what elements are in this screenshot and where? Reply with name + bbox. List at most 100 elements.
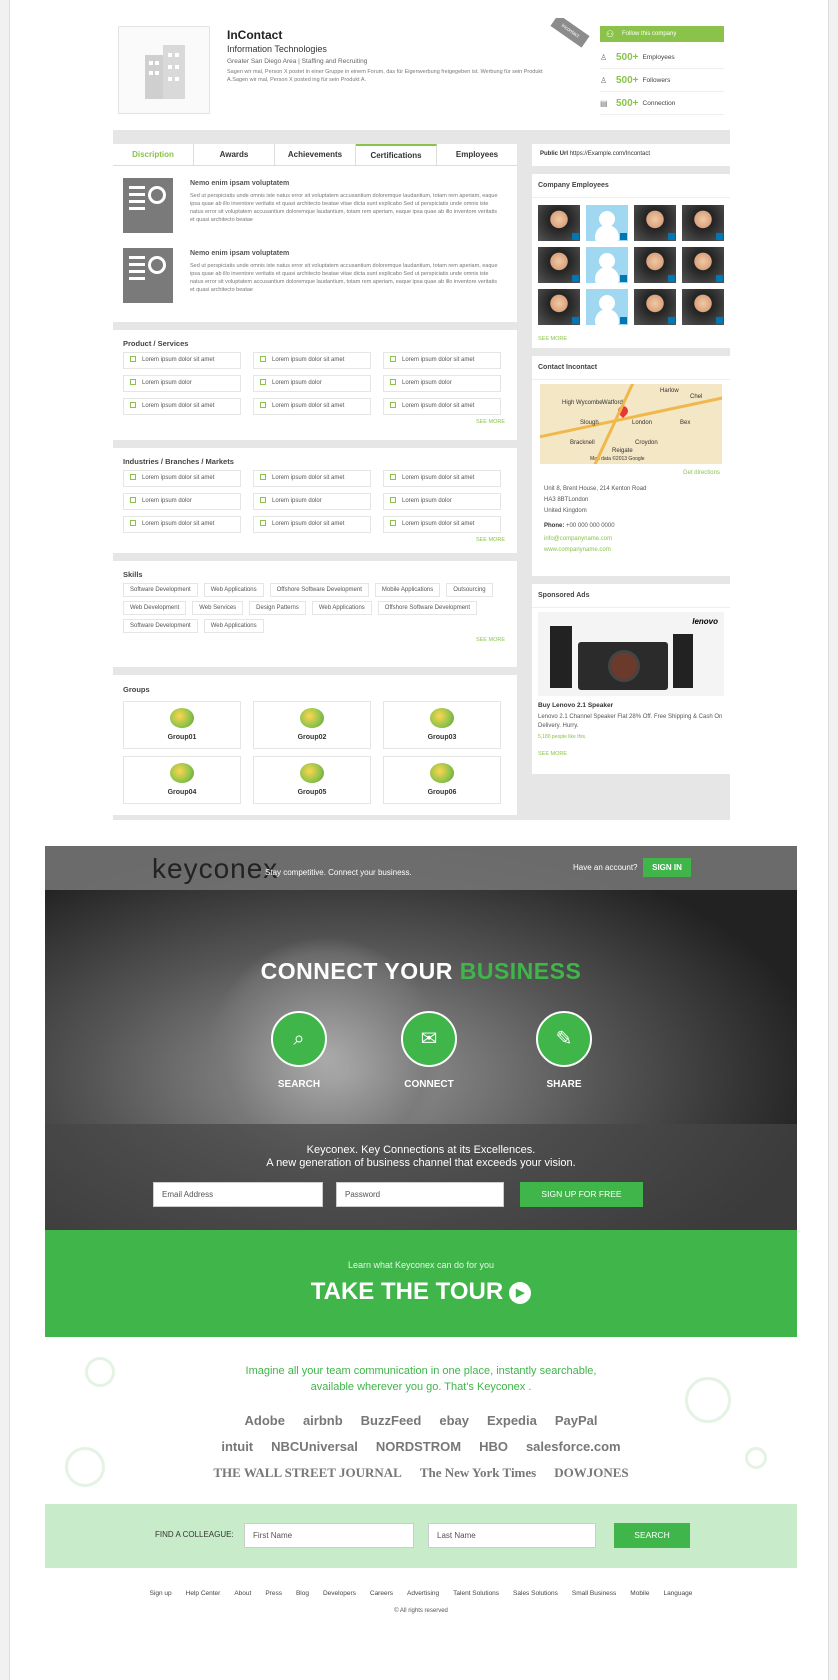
tab-achievements[interactable]: Achievements: [275, 144, 356, 165]
employee-avatar[interactable]: [634, 247, 676, 283]
skill-tag[interactable]: Offshore Software Development: [269, 583, 369, 597]
take-tour-button[interactable]: TAKE THE TOUR ▶: [45, 1278, 797, 1306]
employee-avatar[interactable]: [538, 205, 580, 241]
skill-tag[interactable]: Software Development: [123, 583, 198, 597]
see-more-link[interactable]: SEE MORE: [532, 741, 730, 767]
checkbox-item[interactable]: Lorem ipsum dolor sit amet: [253, 470, 371, 487]
footer-link[interactable]: Talent Solutions: [453, 1590, 499, 1597]
footer-link[interactable]: Developers: [323, 1590, 356, 1597]
skill-tag[interactable]: Outsourcing: [446, 583, 493, 597]
feature-search[interactable]: ⌕ SEARCH: [264, 1011, 334, 1090]
footer-link[interactable]: Language: [663, 1590, 692, 1597]
skill-tag[interactable]: Software Development: [123, 619, 198, 633]
employee-avatar[interactable]: [634, 205, 676, 241]
group-card[interactable]: Group01: [123, 701, 241, 749]
email-link[interactable]: info@companyname.com: [544, 534, 718, 545]
checkbox-item[interactable]: Lorem ipsum dolor sit amet: [253, 516, 371, 533]
skill-tag[interactable]: Mobile Applications: [374, 583, 441, 597]
hero-title-part: CONNECT YOUR: [260, 958, 453, 984]
checkbox-item[interactable]: Lorem ipsum dolor: [383, 375, 501, 392]
subwoofer: [578, 642, 668, 690]
products-grid: Lorem ipsum dolor sit amet Lorem ipsum do…: [113, 352, 517, 415]
checkbox-item[interactable]: Lorem ipsum dolor: [123, 493, 241, 510]
checkbox-label: Lorem ipsum dolor: [142, 498, 192, 504]
employee-avatar[interactable]: [538, 247, 580, 283]
checkbox-item[interactable]: Lorem ipsum dolor sit amet: [253, 352, 371, 369]
footer-link[interactable]: Sign up: [150, 1590, 172, 1597]
checkbox-item[interactable]: Lorem ipsum dolor sit amet: [383, 516, 501, 533]
logo-row: intuit NBCUniversal NORDSTROM HBO salesforce…: [45, 1439, 797, 1454]
checkbox-icon: [130, 520, 136, 527]
tab-employees[interactable]: Employees: [437, 144, 517, 165]
keyconex-logo[interactable]: keyconex: [152, 853, 278, 885]
feature-share[interactable]: ✎ SHARE: [529, 1011, 599, 1090]
footer-link[interactable]: Blog: [296, 1590, 309, 1597]
feature-connect[interactable]: ✉ CONNECT: [394, 1011, 464, 1090]
skill-tag[interactable]: Web Services: [192, 601, 244, 615]
skill-tag[interactable]: Web Applications: [311, 601, 372, 615]
group-card[interactable]: Group03: [383, 701, 501, 749]
checkbox-item[interactable]: Lorem ipsum dolor sit amet: [123, 516, 241, 533]
group-label: Group02: [297, 734, 327, 741]
location-map[interactable]: Harlow High Wycombe Watford Chel Slough …: [540, 384, 722, 464]
footer-link[interactable]: Press: [265, 1590, 282, 1597]
skill-tag[interactable]: Web Applications: [203, 619, 264, 633]
skill-tag[interactable]: Web Development: [123, 601, 187, 615]
search-button[interactable]: SEARCH: [614, 1523, 690, 1548]
get-directions-link[interactable]: Get directions: [532, 468, 730, 478]
tab-discription[interactable]: Discription: [113, 144, 194, 165]
skill-tag[interactable]: Offshore Software Development: [377, 601, 478, 615]
footer-link[interactable]: Careers: [370, 1590, 393, 1597]
employee-avatar[interactable]: [538, 289, 580, 325]
group-card[interactable]: Group02: [253, 701, 371, 749]
group-card[interactable]: Group05: [253, 756, 371, 804]
tab-awards[interactable]: Awards: [194, 144, 275, 165]
tab-certifications[interactable]: Certifications: [356, 144, 437, 165]
checkbox-item[interactable]: Lorem ipsum dolor sit amet: [123, 398, 241, 415]
checkbox-item[interactable]: Lorem ipsum dolor sit amet: [383, 470, 501, 487]
see-more-link[interactable]: SEE MORE: [532, 332, 730, 348]
signup-button[interactable]: SIGN UP FOR FREE: [520, 1182, 643, 1207]
checkbox-item[interactable]: Lorem ipsum dolor sit amet: [253, 398, 371, 415]
employee-avatar[interactable]: [586, 247, 628, 283]
employee-avatar[interactable]: [634, 289, 676, 325]
website-link[interactable]: www.companyname.com: [544, 545, 718, 556]
checkbox-item[interactable]: Lorem ipsum dolor: [253, 375, 371, 392]
see-more-link[interactable]: SEE MORE: [113, 633, 517, 649]
skill-tag[interactable]: Web Applications: [203, 583, 264, 597]
checkbox-item[interactable]: Lorem ipsum dolor sit amet: [383, 352, 501, 369]
follow-company-button[interactable]: ⚇ Follow this company: [600, 26, 724, 42]
footer-link[interactable]: Advertising: [407, 1590, 439, 1597]
last-name-field[interactable]: Last Name: [428, 1523, 596, 1548]
employee-avatar[interactable]: [682, 205, 724, 241]
ad-image[interactable]: lenovo: [538, 612, 724, 696]
checkbox-item[interactable]: Lorem ipsum dolor sit amet: [123, 470, 241, 487]
public-url-value[interactable]: https://Example.com/Incontact: [570, 151, 650, 157]
employee-avatar[interactable]: [682, 289, 724, 325]
employee-avatar[interactable]: [682, 247, 724, 283]
first-name-field[interactable]: First Name: [244, 1523, 414, 1548]
sign-in-button[interactable]: SIGN IN: [643, 858, 691, 877]
footer-link[interactable]: Mobile: [630, 1590, 649, 1597]
footer-link[interactable]: About: [234, 1590, 251, 1597]
employees-grid: [532, 198, 730, 332]
checkbox-item[interactable]: Lorem ipsum dolor: [123, 375, 241, 392]
footer-link[interactable]: Sales Solutions: [513, 1590, 558, 1597]
skill-tag[interactable]: Design Patterns: [249, 601, 306, 615]
footer-link[interactable]: Small Business: [572, 1590, 616, 1597]
group-card[interactable]: Group04: [123, 756, 241, 804]
checkbox-label: Lorem ipsum dolor sit amet: [272, 521, 345, 527]
see-more-link[interactable]: SEE MORE: [113, 415, 517, 431]
employee-avatar[interactable]: [586, 289, 628, 325]
see-more-link[interactable]: SEE MORE: [113, 533, 517, 549]
footer-link[interactable]: Help Center: [186, 1590, 221, 1597]
employee-avatar[interactable]: [586, 205, 628, 241]
checkbox-item[interactable]: Lorem ipsum dolor sit amet: [383, 398, 501, 415]
group-card[interactable]: Group06: [383, 756, 501, 804]
checkbox-item[interactable]: Lorem ipsum dolor: [383, 493, 501, 510]
password-field[interactable]: Password: [336, 1182, 504, 1207]
checkbox-item[interactable]: Lorem ipsum dolor sit amet: [123, 352, 241, 369]
ad-title[interactable]: Buy Lenovo 2.1 Speaker: [532, 700, 730, 711]
email-field[interactable]: Email Address: [153, 1182, 323, 1207]
checkbox-item[interactable]: Lorem ipsum dolor: [253, 493, 371, 510]
